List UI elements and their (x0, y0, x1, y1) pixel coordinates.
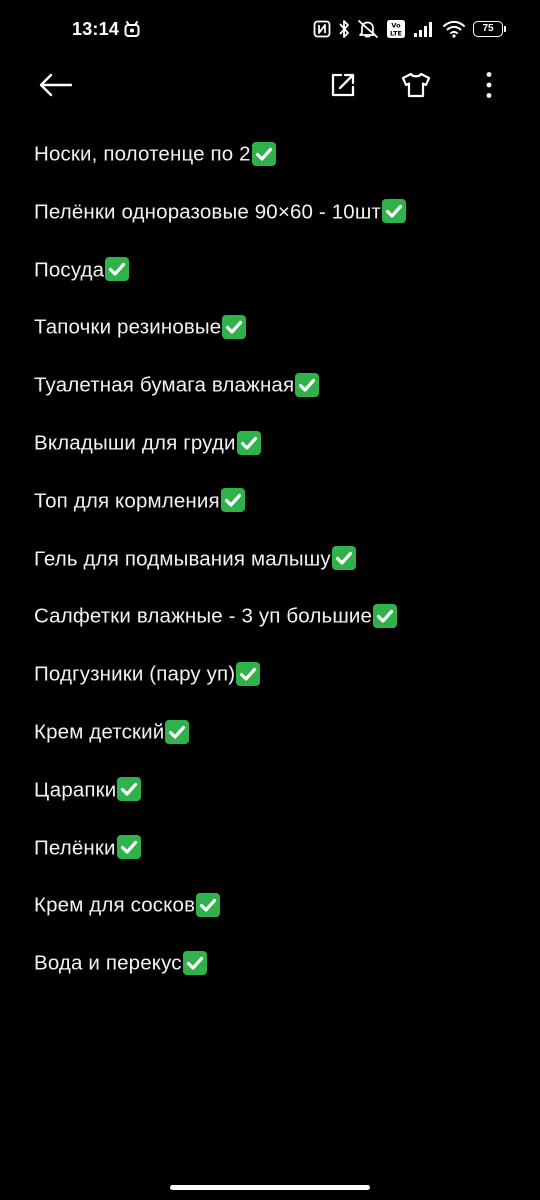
check-mark-icon (373, 603, 398, 628)
mi-notification-icon (124, 20, 140, 38)
note-line-text: Носки, полотенце по 2 (34, 142, 251, 166)
note-line[interactable]: Крем для сосков (34, 885, 514, 943)
note-line-text: Крем детский (34, 720, 165, 744)
check-mark-icon (236, 430, 261, 455)
note-line[interactable]: Туалетная бумага влажная (34, 365, 514, 423)
battery-tip (504, 26, 506, 32)
volte-icon: Vo LTE (386, 19, 406, 39)
wifi-icon (442, 20, 466, 38)
note-line-text: Топ для кормления (34, 489, 220, 513)
check-mark-icon (220, 488, 245, 513)
check-mark-icon (381, 199, 406, 224)
note-line[interactable]: Подгузники (пару уп) (34, 654, 514, 712)
check-mark-icon (105, 257, 130, 282)
note-line[interactable]: Вода и перекус (34, 943, 514, 1001)
note-toolbar (0, 60, 540, 110)
theme-button[interactable] (392, 60, 440, 110)
bluetooth-icon (338, 19, 350, 39)
svg-text:LTE: LTE (390, 30, 402, 38)
note-line[interactable]: Вкладыши для груди (34, 423, 514, 481)
note-line-text: Тапочки резиновые (34, 315, 222, 339)
check-mark-icon (222, 314, 247, 339)
note-line[interactable]: Посуда (34, 250, 514, 308)
check-mark-icon (236, 661, 261, 686)
signal-icon (413, 20, 435, 38)
check-mark-icon (165, 719, 190, 744)
check-mark-icon (251, 141, 276, 166)
battery-level: 75 (482, 23, 494, 34)
note-line[interactable]: Гель для подмывания малышу (34, 539, 514, 597)
note-line-text: Вкладыши для груди (34, 431, 236, 455)
back-button[interactable] (30, 60, 82, 110)
note-line-text: Вода и перекус (34, 951, 182, 975)
note-line[interactable]: Тапочки резиновые (34, 307, 514, 365)
note-line[interactable]: Пелёнки одноразовые 90×60 - 10шт (34, 192, 514, 250)
status-bar: 13:14 Vo LTE 75 (0, 0, 540, 60)
status-time: 13:14 (72, 19, 120, 39)
battery-body: 75 (473, 21, 503, 37)
note-line-text: Гель для подмывания малышу (34, 547, 331, 571)
note-line[interactable]: Царапки (34, 770, 514, 828)
note-line[interactable]: Салфетки влажные - 3 уп большие (34, 596, 514, 654)
status-icons: Vo LTE 75 (306, 17, 506, 41)
note-line-text: Царапки (34, 778, 117, 802)
check-mark-icon (117, 777, 142, 802)
more-vert-icon (486, 72, 492, 98)
note-line-text: Пелёнки (34, 836, 116, 860)
note-line-text: Салфетки влажные - 3 уп большие (34, 604, 373, 628)
note-line[interactable]: Крем детский (34, 712, 514, 770)
note-line[interactable]: Носки, полотенце по 2 (34, 134, 514, 192)
check-mark-icon (196, 892, 221, 917)
theme-shirt-icon (401, 72, 431, 98)
mute-icon (357, 19, 379, 39)
back-arrow-icon (39, 73, 73, 97)
svg-text:Vo: Vo (391, 22, 401, 30)
note-line-text: Пелёнки одноразовые 90×60 - 10шт (34, 200, 381, 224)
check-mark-icon (331, 546, 356, 571)
note-line-text: Крем для сосков (34, 893, 196, 917)
note-line-text: Туалетная бумага влажная (34, 373, 295, 397)
check-mark-icon (182, 950, 207, 975)
check-mark-icon (295, 372, 320, 397)
note-line[interactable]: Топ для кормления (34, 481, 514, 539)
note-line[interactable]: Пелёнки (34, 828, 514, 886)
more-options-button[interactable] (466, 60, 512, 110)
check-mark-icon (116, 835, 141, 860)
battery-icon: 75 (473, 21, 506, 37)
share-icon (331, 73, 355, 97)
share-button[interactable] (320, 60, 366, 110)
note-line-text: Подгузники (пару уп) (34, 662, 236, 686)
note-content[interactable]: Носки, полотенце по 2 Пелёнки одноразовые… (34, 134, 514, 1001)
note-line-text: Посуда (34, 258, 105, 282)
nfc-icon (313, 20, 331, 38)
gesture-navigation-bar[interactable] (170, 1185, 370, 1190)
